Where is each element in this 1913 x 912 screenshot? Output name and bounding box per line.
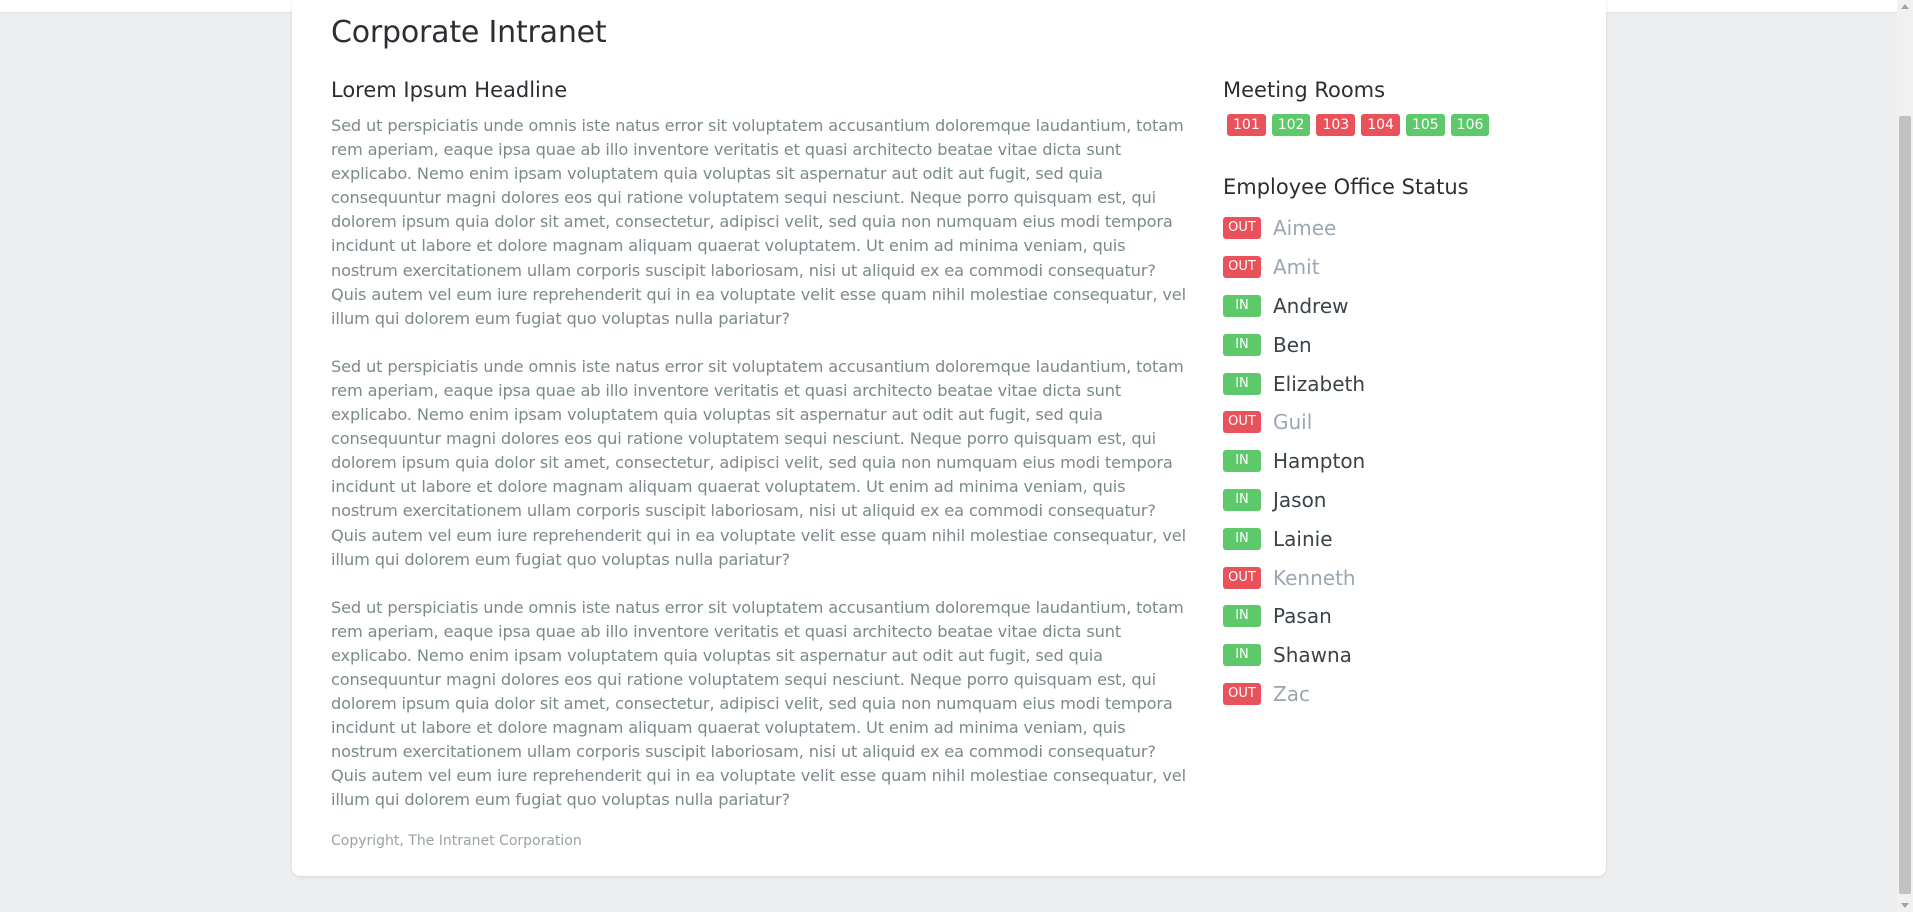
employee-name: Zac — [1273, 681, 1310, 706]
status-badge: IN — [1223, 488, 1261, 511]
article-paragraph: Sed ut perspiciatis unde omnis iste natu… — [331, 116, 1186, 328]
status-badge: OUT — [1223, 256, 1261, 279]
room-badge-106[interactable]: 106 — [1450, 114, 1490, 136]
employee-row: IN Shawna — [1223, 636, 1563, 675]
employee-name: Hampton — [1273, 449, 1366, 474]
copyright-footer: Copyright, The Intranet Corporation — [331, 832, 582, 849]
employee-name: Lainie — [1273, 526, 1333, 551]
article-paragraph: Sed ut perspiciatis unde omnis iste natu… — [331, 356, 1186, 569]
employee-row: OUT Kenneth — [1223, 558, 1563, 597]
article-paragraph: Sed ut perspiciatis unde omnis iste natu… — [331, 597, 1186, 810]
employee-name: Jason — [1273, 487, 1327, 512]
status-badge: IN — [1223, 527, 1261, 550]
employee-name: Amit — [1273, 255, 1320, 280]
page-scrollbar[interactable] — [1897, 0, 1913, 912]
employee-name: Ben — [1273, 332, 1312, 357]
employee-row: OUT Zac — [1223, 675, 1563, 714]
scroll-up-arrow-icon[interactable] — [1901, 4, 1909, 9]
employee-row: OUT Guil — [1223, 403, 1563, 442]
status-badge: IN — [1223, 644, 1261, 667]
status-badge: OUT — [1223, 682, 1261, 705]
status-badge: IN — [1223, 605, 1261, 628]
employee-name: Aimee — [1273, 216, 1337, 241]
page-card: Corporate Intranet Lorem Ipsum Headline … — [292, 0, 1606, 876]
status-badge: IN — [1223, 372, 1261, 395]
status-badge: OUT — [1223, 566, 1261, 589]
page-title: Corporate Intranet — [331, 15, 607, 50]
employee-row: IN Jason — [1223, 481, 1563, 520]
employee-row: OUT Amit — [1223, 248, 1563, 287]
sidebar: Meeting Rooms 101 102 103 104 105 106 Employe… — [1223, 76, 1563, 713]
room-badge-101[interactable]: 101 — [1227, 114, 1266, 136]
employee-row: IN Hampton — [1223, 442, 1563, 481]
meeting-rooms-heading: Meeting Rooms — [1223, 78, 1386, 102]
room-badge-102[interactable]: 102 — [1271, 114, 1311, 136]
employee-name: Andrew — [1273, 293, 1349, 318]
employee-row: IN Elizabeth — [1223, 364, 1563, 403]
meeting-rooms-list: 101 102 103 104 105 106 — [1227, 114, 1563, 136]
status-badge: OUT — [1223, 217, 1261, 240]
room-badge-103[interactable]: 103 — [1316, 114, 1356, 136]
employee-row: IN Pasan — [1223, 597, 1563, 636]
status-badge: OUT — [1223, 411, 1261, 434]
employee-name: Pasan — [1273, 604, 1332, 629]
status-badge: IN — [1223, 294, 1261, 317]
employee-name: Guil — [1273, 410, 1313, 435]
room-badge-105[interactable]: 105 — [1405, 114, 1445, 136]
employee-name: Kenneth — [1273, 565, 1356, 590]
employee-status-heading: Employee Office Status — [1223, 175, 1469, 199]
scrollbar-thumb[interactable] — [1899, 116, 1911, 894]
status-badge: IN — [1223, 333, 1261, 356]
employee-name: Shawna — [1273, 643, 1352, 668]
employee-row: IN Andrew — [1223, 287, 1563, 326]
status-badge: IN — [1223, 450, 1261, 473]
main-content: Lorem Ipsum Headline Sed ut perspiciatis… — [331, 76, 1191, 849]
employee-status-list: OUT Aimee OUT Amit IN Andrew IN Ben IN Elizabeth O… — [1223, 209, 1563, 713]
employee-row: IN Lainie — [1223, 519, 1563, 558]
scroll-down-arrow-icon[interactable] — [1901, 903, 1909, 908]
article-headline: Lorem Ipsum Headline — [331, 78, 568, 102]
room-badge-104[interactable]: 104 — [1361, 114, 1400, 136]
employee-name: Elizabeth — [1273, 371, 1366, 396]
employee-row: IN Ben — [1223, 325, 1563, 364]
employee-row: OUT Aimee — [1223, 209, 1563, 248]
